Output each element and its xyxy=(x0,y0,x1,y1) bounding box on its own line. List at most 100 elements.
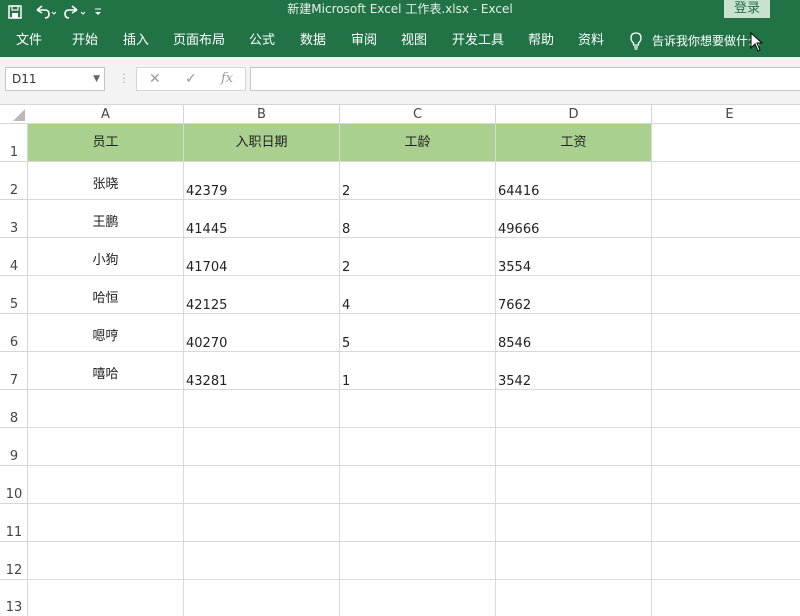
tab-review[interactable]: 审阅 xyxy=(351,24,377,57)
gridline xyxy=(651,124,652,616)
name-box-value: D11 xyxy=(12,72,37,86)
header-cell-employee[interactable]: 员工 xyxy=(28,124,183,162)
tab-help[interactable]: 帮助 xyxy=(528,24,554,57)
row-header[interactable]: 8 xyxy=(0,390,28,428)
row-header[interactable]: 4 xyxy=(0,238,28,276)
tab-materials[interactable]: 资料 xyxy=(578,24,604,57)
cell-salary[interactable]: 3554 xyxy=(498,260,531,275)
undo-button[interactable] xyxy=(30,0,60,24)
cancel-icon[interactable]: ✕ xyxy=(149,68,161,90)
gridline xyxy=(28,351,800,352)
row-header[interactable]: 2 xyxy=(0,162,28,200)
gridline xyxy=(28,427,800,428)
tab-developer[interactable]: 开发工具 xyxy=(452,24,504,57)
tab-view[interactable]: 视图 xyxy=(401,24,427,57)
tab-formulas[interactable]: 公式 xyxy=(249,24,275,57)
cell-employee-name[interactable]: 小狗 xyxy=(28,249,183,268)
cell-salary[interactable]: 3542 xyxy=(498,374,531,389)
cell-seniority[interactable]: 5 xyxy=(342,336,350,351)
column-header-c[interactable]: C xyxy=(340,105,496,124)
row-header[interactable]: 11 xyxy=(0,504,28,542)
tab-data[interactable]: 数据 xyxy=(300,24,326,57)
tell-me-search[interactable]: 告诉我你想要做什么 xyxy=(630,24,760,57)
login-button[interactable]: 登录 xyxy=(724,0,770,18)
row-header[interactable]: 3 xyxy=(0,200,28,238)
column-header-a[interactable]: A xyxy=(28,105,184,124)
cell-employee-name[interactable]: 张晓 xyxy=(28,173,183,192)
gridline xyxy=(28,313,800,314)
insert-function-icon[interactable]: fx xyxy=(221,68,233,90)
row-header[interactable]: 10 xyxy=(0,466,28,504)
header-cell-seniority[interactable]: 工龄 xyxy=(340,124,495,162)
cell-hire-date[interactable]: 42379 xyxy=(186,184,227,199)
row-headers: 1 2 3 4 5 6 7 8 9 10 11 12 13 xyxy=(0,124,28,616)
cell-hire-date[interactable]: 43281 xyxy=(186,374,227,389)
cell-salary[interactable]: 64416 xyxy=(498,184,539,199)
gridline xyxy=(28,199,800,200)
gridline xyxy=(28,237,800,238)
undo-icon xyxy=(36,5,56,19)
column-header-b[interactable]: B xyxy=(184,105,340,124)
gridline xyxy=(28,465,800,466)
redo-icon xyxy=(64,5,86,19)
cell-salary[interactable]: 8546 xyxy=(498,336,531,351)
cell-employee-name[interactable]: 哈恒 xyxy=(28,287,183,306)
gridline xyxy=(183,124,184,616)
save-icon xyxy=(8,5,22,19)
tell-me-text: 告诉我你想要做什么 xyxy=(652,34,761,48)
mouse-cursor-icon xyxy=(750,32,764,52)
column-headers: A B C D E xyxy=(0,105,800,124)
grip-icon[interactable]: ⋮ xyxy=(118,71,130,85)
gridline xyxy=(28,389,800,390)
tab-file[interactable]: 文件 xyxy=(16,24,42,57)
name-box[interactable]: D11 ▼ xyxy=(5,67,105,91)
row-header[interactable]: 5 xyxy=(0,276,28,314)
worksheet-grid[interactable]: 员工 入职日期 工龄 工资 张晓 42379 2 64416 王鹏 41445 … xyxy=(28,124,800,616)
cell-hire-date[interactable]: 41704 xyxy=(186,260,227,275)
row-header[interactable]: 9 xyxy=(0,428,28,466)
customize-toolbar-button[interactable] xyxy=(90,0,106,24)
gridline xyxy=(28,579,800,580)
select-all-button[interactable] xyxy=(0,105,28,124)
row-header[interactable]: 7 xyxy=(0,352,28,390)
header-cell-salary[interactable]: 工资 xyxy=(496,124,651,162)
cell-salary[interactable]: 7662 xyxy=(498,298,531,313)
formula-bar: D11 ▼ ⋮ ✕ ✓ fx xyxy=(0,57,800,105)
gridline xyxy=(28,503,800,504)
cell-hire-date[interactable]: 41445 xyxy=(186,222,227,237)
cell-seniority[interactable]: 2 xyxy=(342,184,350,199)
cell-employee-name[interactable]: 嗯哼 xyxy=(28,325,183,344)
cell-seniority[interactable]: 8 xyxy=(342,222,350,237)
save-button[interactable] xyxy=(0,0,30,24)
cell-hire-date[interactable]: 42125 xyxy=(186,298,227,313)
formula-input[interactable] xyxy=(250,67,800,91)
tab-insert[interactable]: 插入 xyxy=(123,24,149,57)
cell-salary[interactable]: 49666 xyxy=(498,222,539,237)
row-header[interactable]: 13 xyxy=(0,580,28,616)
header-cell-hire-date[interactable]: 入职日期 xyxy=(184,124,339,162)
title-bar: 新建Microsoft Excel 工作表.xlsx - Excel 登录 xyxy=(0,0,800,24)
cell-seniority[interactable]: 2 xyxy=(342,260,350,275)
quick-access-toolbar xyxy=(0,0,106,24)
gridline xyxy=(339,124,340,616)
window-title: 新建Microsoft Excel 工作表.xlsx - Excel xyxy=(287,2,513,16)
row-header[interactable]: 1 xyxy=(0,124,28,162)
customize-icon xyxy=(95,8,101,15)
enter-icon[interactable]: ✓ xyxy=(185,68,197,90)
column-header-d[interactable]: D xyxy=(496,105,652,124)
cell-seniority[interactable]: 4 xyxy=(342,298,350,313)
tab-page-layout[interactable]: 页面布局 xyxy=(173,24,225,57)
gridline xyxy=(28,541,800,542)
lightbulb-icon xyxy=(630,31,642,50)
cell-employee-name[interactable]: 王鹏 xyxy=(28,211,183,230)
row-header[interactable]: 12 xyxy=(0,542,28,580)
cell-employee-name[interactable]: 嘻哈 xyxy=(28,363,183,382)
cell-hire-date[interactable]: 40270 xyxy=(186,336,227,351)
tab-home[interactable]: 开始 xyxy=(72,24,98,57)
cell-seniority[interactable]: 1 xyxy=(342,374,350,389)
column-header-e[interactable]: E xyxy=(652,105,800,124)
gridline xyxy=(495,124,496,616)
row-header[interactable]: 6 xyxy=(0,314,28,352)
redo-button[interactable] xyxy=(60,0,90,24)
chevron-down-icon[interactable]: ▼ xyxy=(93,68,100,90)
